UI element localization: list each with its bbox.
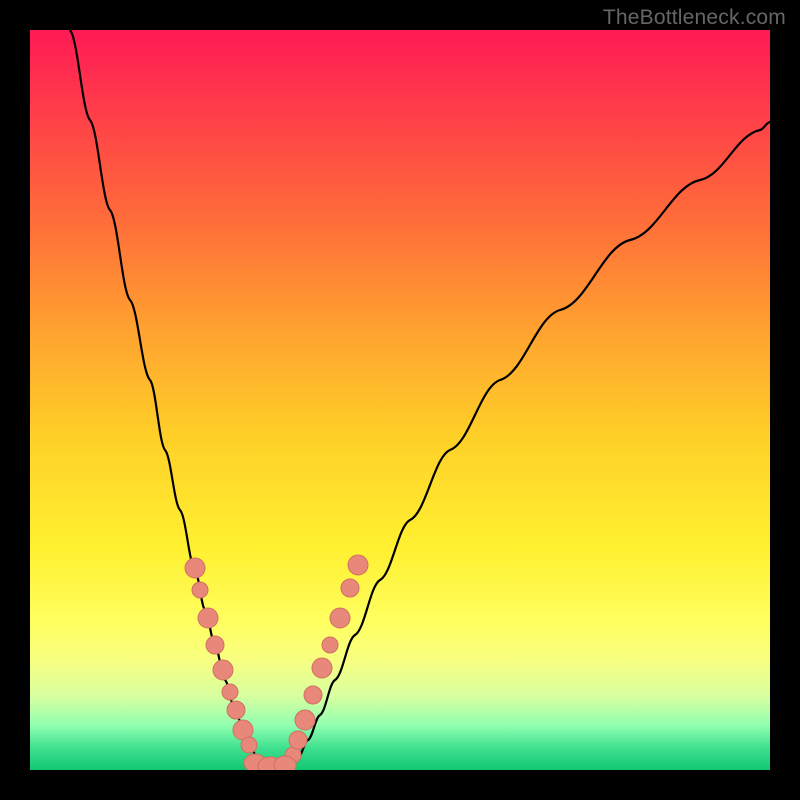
left-curve-line [70,30,265,768]
data-dot [185,558,205,578]
data-dot [198,608,218,628]
data-dot [341,579,359,597]
data-dot [330,608,350,628]
chart-plot-area [30,30,770,770]
bottom-dots-group [244,754,296,770]
data-dot [227,701,245,719]
data-dot [222,684,238,700]
left-dots-group [185,558,257,753]
data-dot [274,756,296,770]
chart-svg [30,30,770,770]
data-dot [304,686,322,704]
right-dots-group [285,555,368,763]
data-dot [322,637,338,653]
data-dot [206,636,224,654]
data-dot [295,710,315,730]
data-dot [348,555,368,575]
watermark-text: TheBottleneck.com [603,6,786,30]
right-curve-line [290,122,770,768]
data-dot [312,658,332,678]
data-dot [241,737,257,753]
data-dot [213,660,233,680]
data-dot [192,582,208,598]
data-dot [289,731,307,749]
